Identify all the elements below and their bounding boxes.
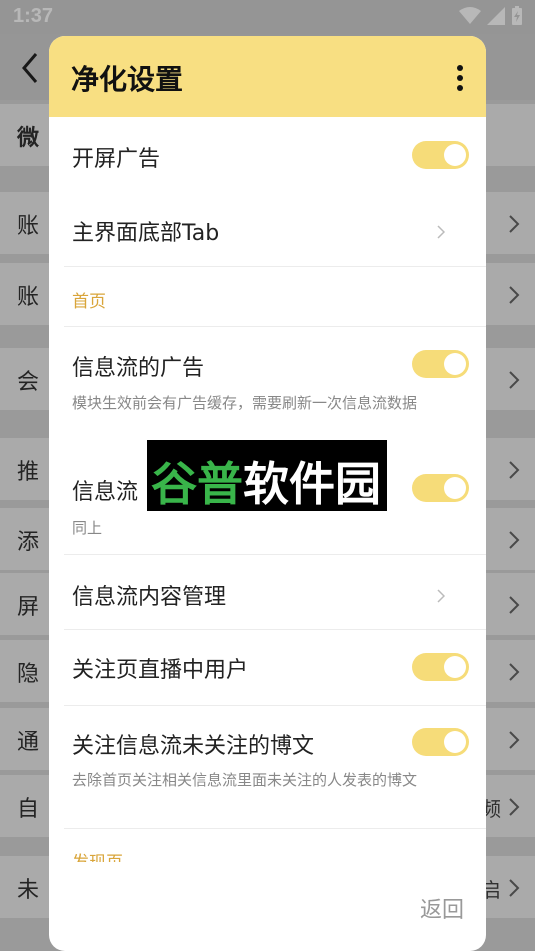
row-feed-ad[interactable]: 信息流的广告 模块生效前会有广告缓存，需要刷新一次信息流数据 [49,327,486,452]
row-description: 同上 [72,519,103,537]
watermark-logo: 谷普软件园 [147,440,387,511]
toggle-knob [444,144,466,166]
chevron-right-icon [437,225,445,239]
toggle-knob [444,353,466,375]
row-label: 主界面底部Tab [72,221,220,246]
feed-ad-toggle[interactable] [412,350,469,378]
section-title-discover: 发现页 [72,848,123,862]
dialog-title: 净化设置 [71,63,184,96]
follow-live-users-toggle[interactable] [412,653,469,681]
section-title-home: 首页 [72,292,106,312]
row-splash-ad[interactable]: 开屏广告 [49,117,486,191]
follow-unfollowed-posts-toggle[interactable] [412,728,469,756]
watermark-text: 谷普软件园 [151,448,381,514]
splash-ad-toggle[interactable] [412,141,469,169]
row-feed-content-manage[interactable]: 信息流内容管理 [49,555,486,629]
row-description: 模块生效前会有广告缓存，需要刷新一次信息流数据 [72,394,418,412]
row-label: 关注页直播中用户 [72,658,249,683]
section-clip: 发现页 [49,842,486,862]
toggle-knob [444,731,466,753]
watermark-part1: 谷普 [151,457,243,511]
watermark-part2: 软件园 [243,457,381,511]
row-main-bottom-tab[interactable]: 主界面底部Tab [49,191,486,267]
more-vertical-icon[interactable] [456,64,464,92]
toggle-knob [444,477,466,499]
row-label: 开屏广告 [72,147,161,172]
chevron-right-icon [437,589,445,603]
row-description: 去除首页关注相关信息流里面未关注的人发表的博文 [72,771,418,789]
back-button[interactable]: 返回 [420,892,464,924]
divider [64,266,486,267]
row-label: 信息流内容管理 [72,585,227,610]
row-label: 信息流的广告 [72,356,205,381]
row-label: 信息流 [72,480,139,505]
row-label: 关注信息流未关注的博文 [72,734,315,759]
toggle-knob [444,656,466,678]
feed-second-toggle[interactable] [412,474,469,502]
dialog-header: 净化设置 [49,36,486,117]
row-follow-unfollowed-posts[interactable]: 关注信息流未关注的博文 去除首页关注相关信息流里面未关注的人发表的博文 [49,706,486,828]
divider [64,828,486,829]
row-follow-live-users[interactable]: 关注页直播中用户 [49,630,486,705]
